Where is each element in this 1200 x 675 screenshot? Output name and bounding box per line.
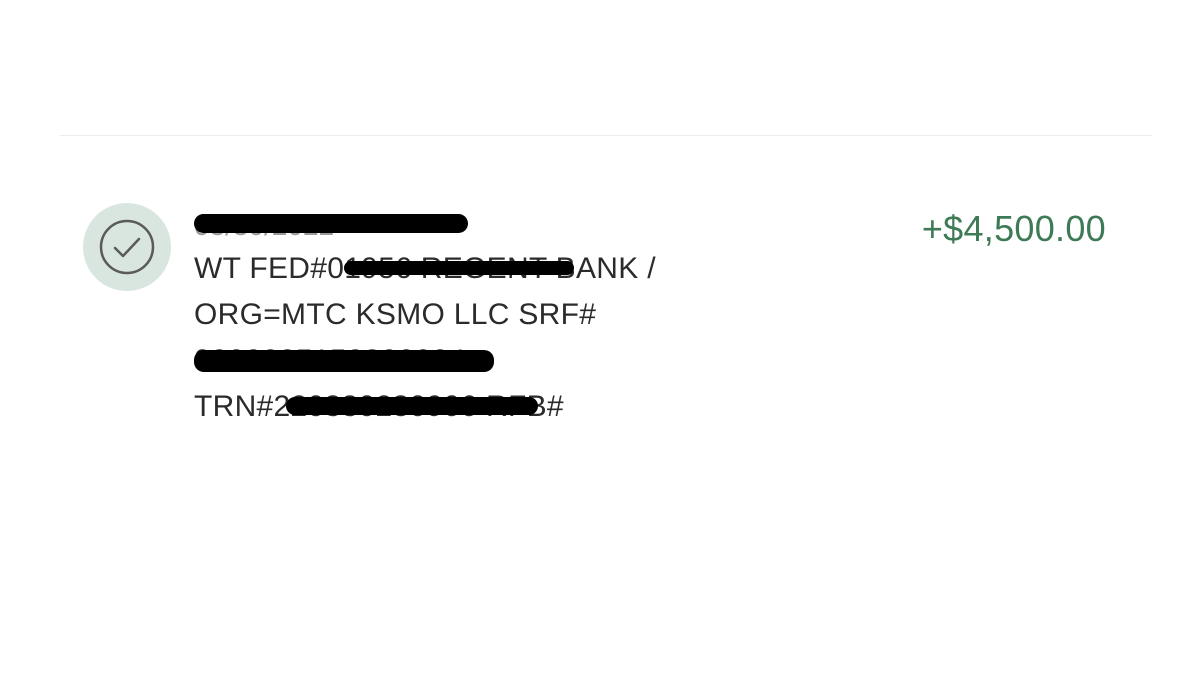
check-circle-icon	[83, 203, 171, 291]
redaction-bar	[286, 397, 538, 415]
description-line-2: ORG=MTC KSMO LLC SRF#	[194, 298, 597, 331]
description-line-3: 0000225152800004	[194, 338, 794, 384]
divider	[60, 135, 1152, 136]
transaction-details: 03/30/2022 WT FED#01956 REGENT BANK / OR…	[194, 206, 794, 430]
transaction-row[interactable]: 03/30/2022 WT FED#01956 REGENT BANK / OR…	[60, 180, 1152, 460]
redaction-bar	[194, 350, 494, 372]
description-line-1: WT FED#01956 REGENT BANK /	[194, 252, 656, 285]
transaction-amount: +$4,500.00	[921, 208, 1106, 249]
redaction-bar	[194, 214, 468, 233]
check-icon	[99, 219, 155, 275]
transaction-page: 03/30/2022 WT FED#01956 REGENT BANK / OR…	[0, 0, 1200, 675]
redaction-bar	[344, 261, 574, 275]
transaction-date: 03/30/2022	[194, 206, 794, 246]
description-line-4: TRN#220330280906 RFB#	[194, 384, 794, 430]
